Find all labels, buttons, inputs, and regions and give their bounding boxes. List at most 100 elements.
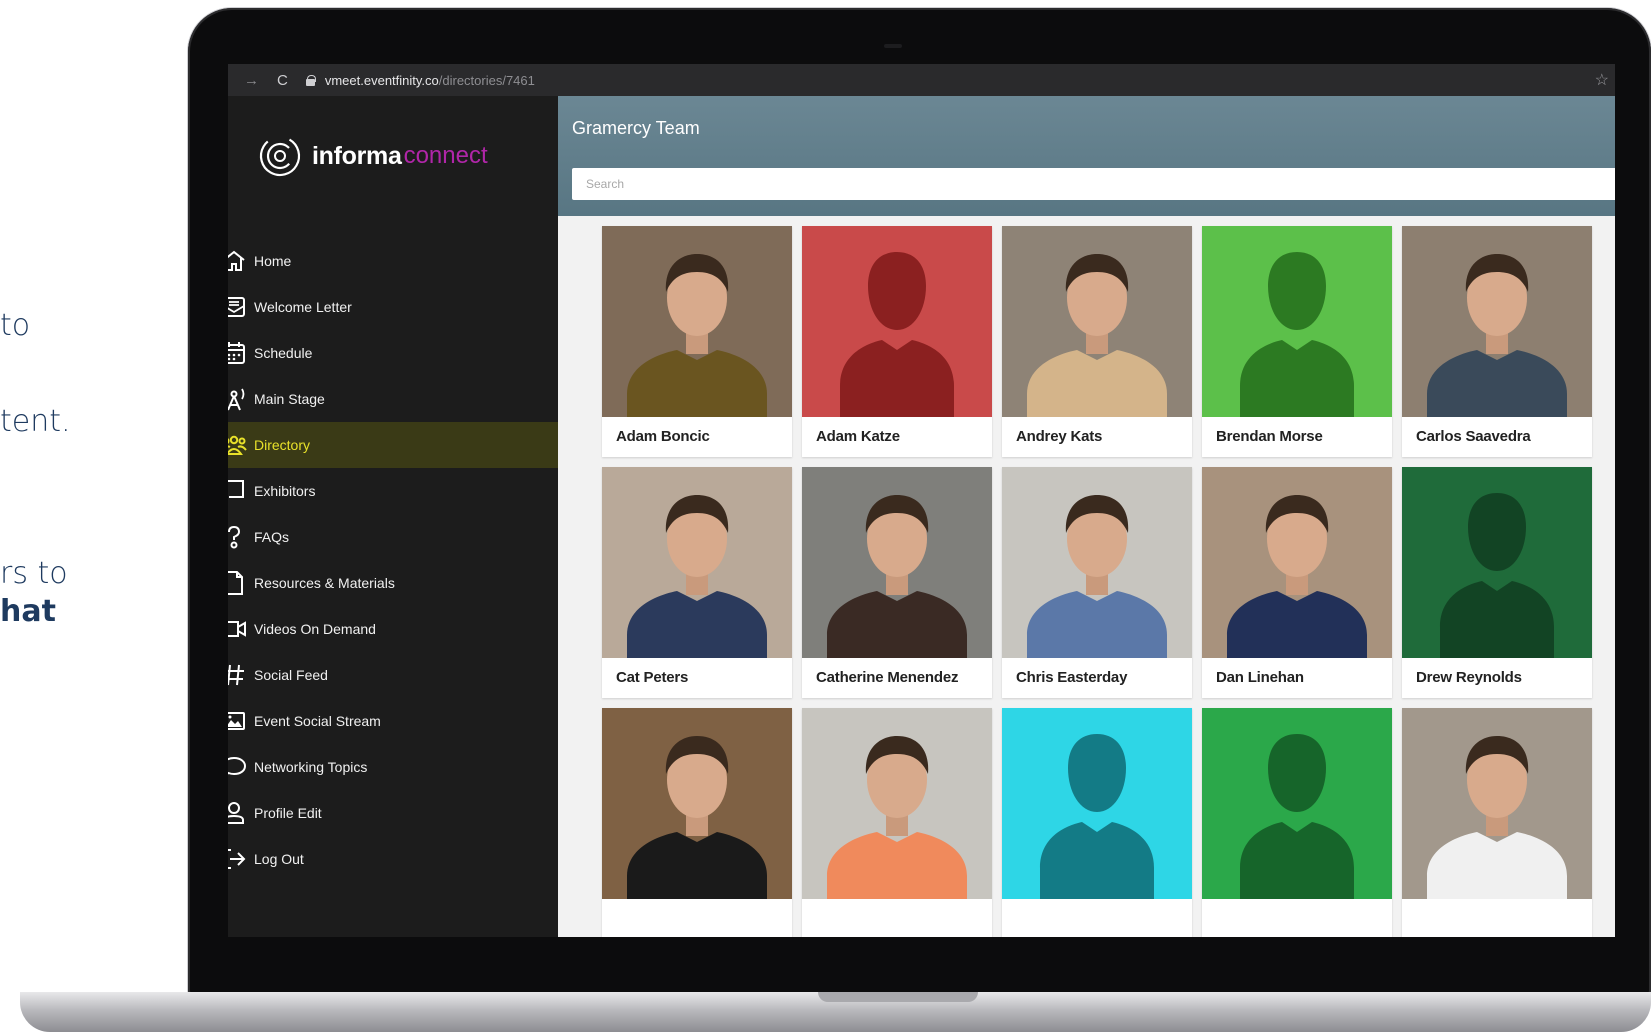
- address-bar[interactable]: vmeet.eventfinity.co/directories/7461: [305, 72, 535, 88]
- portrait-image: [1002, 467, 1192, 658]
- directory-card-name: [1402, 899, 1592, 937]
- booth-icon: [228, 468, 254, 514]
- directory-card[interactable]: Catherine Menendez: [802, 467, 992, 698]
- directory-card-name: Adam Katze: [816, 428, 900, 445]
- lock-icon: [305, 75, 316, 86]
- sidebar-item-networking-topics[interactable]: Networking Topics: [228, 744, 558, 790]
- directory-card[interactable]: Chris Easterday: [1002, 467, 1192, 698]
- sidebar-item-label: Videos On Demand: [254, 621, 376, 637]
- reload-icon[interactable]: C: [277, 72, 288, 89]
- sidebar-item-main-stage[interactable]: Main Stage: [228, 376, 558, 422]
- avatar-photo: [1202, 467, 1392, 658]
- avatar-photo: [1002, 226, 1192, 417]
- directory-card[interactable]: Cat Peters: [602, 467, 792, 698]
- sidebar-item-social-feed[interactable]: Social Feed: [228, 652, 558, 698]
- directory-card[interactable]: [802, 708, 992, 937]
- directory-card[interactable]: [602, 708, 792, 937]
- avatar-placeholder: [1202, 708, 1392, 899]
- search-input[interactable]: [572, 168, 1615, 200]
- sidebar-item-schedule[interactable]: Schedule: [228, 330, 558, 376]
- brand-primary-text: informa: [312, 141, 402, 170]
- browser-toolbar: → C vmeet.eventfinity.co/directories/746…: [228, 64, 1615, 96]
- directory-card[interactable]: Adam Boncic: [602, 226, 792, 457]
- sidebar-item-home[interactable]: Home: [228, 238, 558, 284]
- directory-card-name: Adam Boncic: [616, 428, 710, 445]
- informa-logo-icon: [259, 135, 301, 177]
- directory-card-name: Brendan Morse: [1216, 428, 1323, 445]
- sidebar-item-welcome-letter[interactable]: Welcome Letter: [228, 284, 558, 330]
- avatar-photo: [1402, 708, 1592, 899]
- silhouette-icon: [1002, 708, 1192, 899]
- sidebar-item-videos-on-demand[interactable]: Videos On Demand: [228, 606, 558, 652]
- avatar-placeholder: [1202, 226, 1392, 417]
- directory-card[interactable]: [1002, 708, 1192, 937]
- sidebar: informa connect Home Welcome Letter Sche…: [228, 96, 558, 937]
- directory-card-name: Cat Peters: [616, 669, 689, 686]
- avatar-photo: [602, 226, 792, 417]
- sidebar-item-event-social-stream[interactable]: Event Social Stream: [228, 698, 558, 744]
- directory-card[interactable]: [1402, 708, 1592, 937]
- url-path: /directories/7461: [438, 72, 535, 88]
- video-icon: [228, 606, 254, 652]
- directory-card[interactable]: Brendan Morse: [1202, 226, 1392, 457]
- avatar-photo: [602, 467, 792, 658]
- portrait-image: [1402, 226, 1592, 417]
- directory-card-name: Andrey Kats: [1016, 428, 1103, 445]
- laptop-screen: → C vmeet.eventfinity.co/directories/746…: [228, 64, 1615, 937]
- directory-card[interactable]: Dan Linehan: [1202, 467, 1392, 698]
- directory-card-name: [802, 899, 992, 937]
- directory-card[interactable]: [1202, 708, 1392, 937]
- sidebar-item-exhibitors[interactable]: Exhibitors: [228, 468, 558, 514]
- home-icon: [228, 238, 254, 284]
- bookmark-star-icon[interactable]: ☆: [1595, 70, 1609, 90]
- hashtag-icon: [228, 652, 254, 698]
- sidebar-item-label: Welcome Letter: [254, 299, 352, 315]
- brand-logo[interactable]: informa connect: [258, 134, 488, 178]
- avatar-placeholder: [1002, 708, 1192, 899]
- silhouette-icon: [1402, 467, 1592, 658]
- sidebar-item-label: Profile Edit: [254, 805, 322, 821]
- chat-bubble-icon: [228, 744, 254, 790]
- portrait-image: [802, 467, 992, 658]
- directory-card-name: [602, 899, 792, 937]
- back-arrow-icon[interactable]: →: [244, 72, 259, 89]
- avatar-photo: [1402, 226, 1592, 417]
- sidebar-item-log-out[interactable]: Log Out: [228, 836, 558, 882]
- sidebar-menu: Home Welcome Letter Schedule Main Stage: [228, 238, 558, 882]
- sidebar-item-faqs[interactable]: FAQs: [228, 514, 558, 560]
- sidebar-item-label: Home: [254, 253, 292, 269]
- directory-card[interactable]: Andrey Kats: [1002, 226, 1192, 457]
- portrait-image: [602, 467, 792, 658]
- calendar-icon: [228, 330, 254, 376]
- directory-card-name: Chris Easterday: [1016, 669, 1128, 686]
- avatar-photo: [802, 708, 992, 899]
- directory-grid: Adam Boncic Adam Katze Andrey Kats Brendan …: [602, 226, 1592, 937]
- directory-header: Gramercy Team: [558, 96, 1615, 216]
- sidebar-item-directory[interactable]: Directory: [228, 422, 558, 468]
- sidebar-item-label: Main Stage: [254, 391, 325, 407]
- sidebar-item-resources[interactable]: Resources & Materials: [228, 560, 558, 606]
- laptop-hinge-notch: [818, 992, 978, 1002]
- directory-card-name: Drew Reynolds: [1416, 669, 1522, 686]
- side-text-line-3: rs to: [0, 556, 68, 591]
- portrait-image: [602, 708, 792, 899]
- avatar-photo: [602, 708, 792, 899]
- directory-card[interactable]: Carlos Saavedra: [1402, 226, 1592, 457]
- sidebar-item-profile-edit[interactable]: Profile Edit: [228, 790, 558, 836]
- image-icon: [228, 698, 254, 744]
- directory-card[interactable]: Drew Reynolds: [1402, 467, 1592, 698]
- portrait-image: [1002, 226, 1192, 417]
- avatar-placeholder: [802, 226, 992, 417]
- avatar-placeholder: [1402, 467, 1592, 658]
- directory-card[interactable]: Adam Katze: [802, 226, 992, 457]
- page-title: Gramercy Team: [572, 118, 700, 138]
- letter-icon: [228, 284, 254, 330]
- sidebar-item-label: Event Social Stream: [254, 713, 381, 729]
- portrait-image: [1402, 708, 1592, 899]
- silhouette-icon: [802, 226, 992, 417]
- silhouette-icon: [1202, 226, 1392, 417]
- sidebar-item-label: Resources & Materials: [254, 575, 395, 591]
- logout-icon: [228, 836, 254, 882]
- brand-secondary-text: connect: [403, 142, 488, 169]
- silhouette-icon: [1202, 708, 1392, 899]
